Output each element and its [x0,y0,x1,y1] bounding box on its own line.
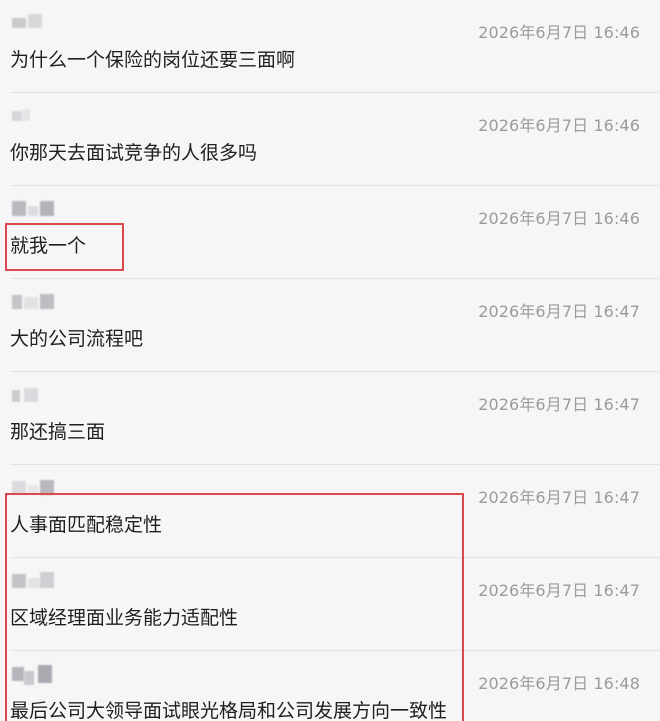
message-timestamp: 2026年6月7日 16:48 [478,674,640,693]
message-timestamp: 2026年6月7日 16:47 [478,581,640,600]
message-text: 就我一个 [10,235,87,257]
message-timestamp: 2026年6月7日 16:46 [478,209,640,228]
sender-name-redacted [12,479,72,495]
chat-message-list[interactable]: 2026年6月7日 16:46 为什么一个保险的岗位还要三面啊 2026年6月7… [0,0,660,721]
message-timestamp: 2026年6月7日 16:47 [478,488,640,507]
message-timestamp: 2026年6月7日 16:46 [478,23,640,42]
message-timestamp: 2026年6月7日 16:47 [478,302,640,321]
message-text: 为什么一个保险的岗位还要三面啊 [10,49,296,71]
message-text: 区域经理面业务能力适配性 [10,607,239,629]
message-text: 大的公司流程吧 [10,328,144,350]
message-text: 你那天去面试竞争的人很多吗 [10,142,258,164]
chat-message-row[interactable]: 2026年6月7日 16:47 区域经理面业务能力适配性 [0,558,660,651]
chat-message-row[interactable]: 2026年6月7日 16:47 那还搞三面 [0,372,660,465]
chat-message-row[interactable]: 2026年6月7日 16:46 为什么一个保险的岗位还要三面啊 [0,0,660,93]
message-text: 最后公司大领导面试眼光格局和公司发展方向一致性 [10,700,448,721]
chat-message-row[interactable]: 2026年6月7日 16:46 就我一个 [0,186,660,279]
message-timestamp: 2026年6月7日 16:47 [478,395,640,414]
chat-message-row[interactable]: 2026年6月7日 16:48 最后公司大领导面试眼光格局和公司发展方向一致性 [0,651,660,721]
sender-name-redacted [12,386,72,402]
sender-name-redacted [12,200,72,216]
sender-name-redacted [12,665,72,685]
message-text: 人事面匹配稳定性 [10,514,163,536]
sender-name-redacted [12,572,72,588]
sender-name-redacted [12,107,72,123]
chat-message-row[interactable]: 2026年6月7日 16:46 你那天去面试竞争的人很多吗 [0,93,660,186]
sender-name-redacted [12,293,72,309]
message-text: 那还搞三面 [10,421,106,443]
message-timestamp: 2026年6月7日 16:46 [478,116,640,135]
chat-message-row[interactable]: 2026年6月7日 16:47 人事面匹配稳定性 [0,465,660,558]
chat-message-row[interactable]: 2026年6月7日 16:47 大的公司流程吧 [0,279,660,372]
sender-name-redacted [12,14,72,30]
